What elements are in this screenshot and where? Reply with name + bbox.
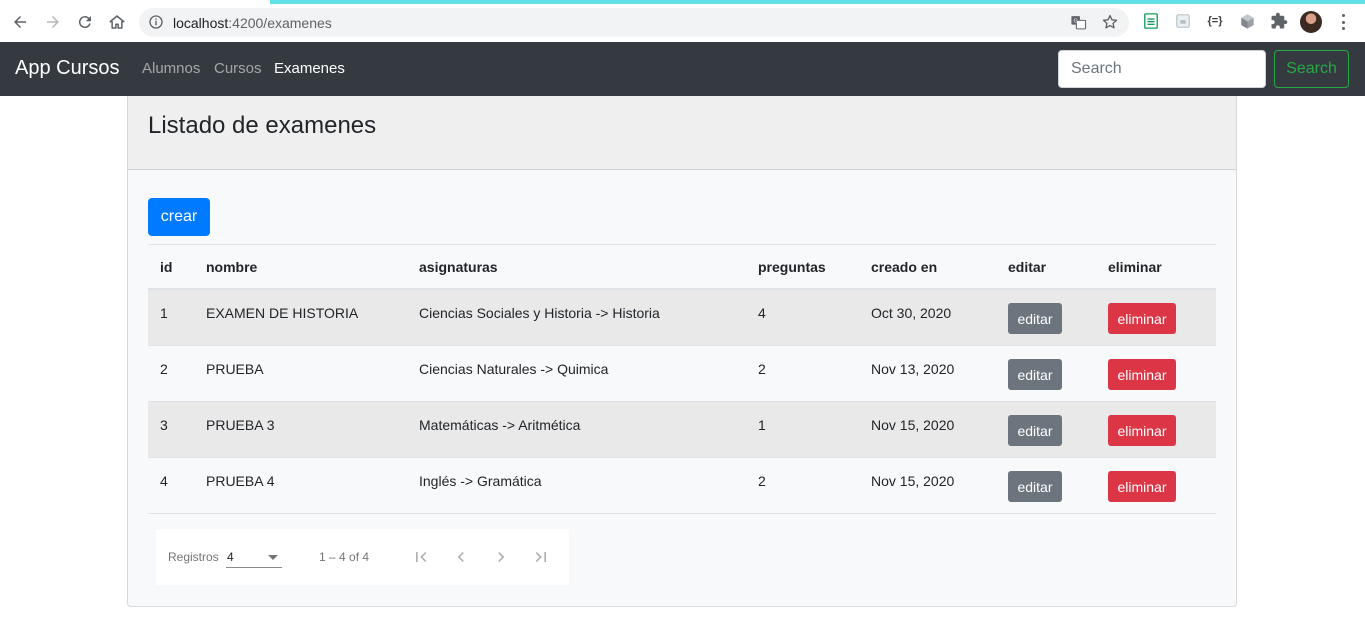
- table-row: 4 PRUEBA 4 Inglés -> Gramática 2 Nov 15,…: [148, 458, 1216, 514]
- examenes-card: Listado de examenes crear id nombre asig…: [127, 96, 1237, 607]
- app-navbar: App Cursos Alumnos Cursos Examenes Searc…: [0, 42, 1365, 96]
- cell-creado: Oct 30, 2020: [871, 305, 952, 321]
- cell-nombre: PRUEBA: [206, 361, 264, 377]
- last-page-icon[interactable]: [529, 545, 553, 569]
- cell-preguntas: 2: [758, 473, 766, 489]
- search-button[interactable]: Search: [1274, 50, 1349, 88]
- paginator: Registros 4 1 – 4 of 4: [156, 529, 569, 585]
- header-id: id: [160, 259, 173, 275]
- cell-nombre: EXAMEN DE HISTORIA: [206, 305, 359, 321]
- cell-asignaturas: Matemáticas -> Aritmética: [419, 417, 581, 433]
- browser-toolbar: localhost:4200/examenes G {=}: [0, 0, 1365, 42]
- header-preguntas: preguntas: [758, 259, 826, 275]
- translate-icon[interactable]: G: [1070, 14, 1087, 31]
- cell-id: 4: [160, 473, 168, 489]
- header-editar: editar: [1008, 259, 1047, 275]
- edit-button[interactable]: editar: [1008, 415, 1062, 446]
- edit-button[interactable]: editar: [1008, 359, 1062, 390]
- forward-arrow-icon[interactable]: [42, 11, 64, 33]
- page-size-select[interactable]: 4: [226, 546, 282, 568]
- page-title: Listado de examenes: [148, 112, 377, 139]
- profile-avatar[interactable]: [1300, 11, 1322, 33]
- cell-creado: Nov 13, 2020: [871, 361, 955, 377]
- back-arrow-icon[interactable]: [9, 11, 31, 33]
- star-icon[interactable]: [1101, 13, 1119, 31]
- cell-nombre: PRUEBA 4: [206, 473, 275, 489]
- cell-preguntas: 4: [758, 305, 766, 321]
- next-page-icon[interactable]: [489, 545, 513, 569]
- tab-strip-accent: [270, 0, 1365, 4]
- cell-preguntas: 2: [758, 361, 766, 377]
- cell-id: 2: [160, 361, 168, 377]
- first-page-icon[interactable]: [409, 545, 433, 569]
- cell-asignaturas: Ciencias Sociales y Historia -> Historia: [419, 305, 660, 321]
- cell-asignaturas: Ciencias Naturales -> Quimica: [419, 361, 609, 377]
- delete-button[interactable]: eliminar: [1108, 359, 1176, 390]
- nav-link-alumnos[interactable]: Alumnos: [142, 60, 200, 77]
- cell-creado: Nov 15, 2020: [871, 417, 955, 433]
- table-row: 1 EXAMEN DE HISTORIA Ciencias Sociales y…: [148, 290, 1216, 346]
- create-exam-button[interactable]: crear: [148, 198, 210, 236]
- cell-id: 3: [160, 417, 168, 433]
- delete-button[interactable]: eliminar: [1108, 303, 1176, 334]
- examenes-table: id nombre asignaturas preguntas creado e…: [148, 244, 1216, 514]
- svg-text:G: G: [1074, 19, 1078, 25]
- card-header: Listado de examenes: [128, 96, 1236, 170]
- edit-button[interactable]: editar: [1008, 303, 1062, 334]
- nav-link-cursos[interactable]: Cursos: [214, 60, 262, 77]
- table-row: 3 PRUEBA 3 Matemáticas -> Aritmética 1 N…: [148, 402, 1216, 458]
- cube-extension-icon[interactable]: [1238, 12, 1256, 30]
- url-text: localhost:4200/examenes: [173, 15, 332, 31]
- header-eliminar: eliminar: [1108, 259, 1162, 275]
- header-nombre: nombre: [206, 259, 258, 275]
- json-extension-icon[interactable]: {=}: [1206, 12, 1224, 30]
- page-size-label: Registros: [168, 550, 219, 564]
- cell-nombre: PRUEBA 3: [206, 417, 275, 433]
- puzzle-icon[interactable]: [1270, 12, 1288, 30]
- header-creado: creado en: [871, 259, 938, 275]
- cell-preguntas: 1: [758, 417, 766, 433]
- home-icon[interactable]: [106, 11, 128, 33]
- page-range-label: 1 – 4 of 4: [319, 550, 370, 564]
- page-size-value: 4: [227, 550, 234, 564]
- edit-button[interactable]: editar: [1008, 471, 1062, 502]
- delete-button[interactable]: eliminar: [1108, 471, 1176, 502]
- nav-link-examenes[interactable]: Examenes: [274, 60, 345, 77]
- table-row: 2 PRUEBA Ciencias Naturales -> Quimica 2…: [148, 346, 1216, 402]
- search-input[interactable]: [1058, 50, 1266, 88]
- dropdown-arrow-icon: [268, 555, 278, 560]
- cell-creado: Nov 15, 2020: [871, 473, 955, 489]
- address-bar[interactable]: localhost:4200/examenes G: [139, 8, 1129, 37]
- delete-button[interactable]: eliminar: [1108, 415, 1176, 446]
- table-header: id nombre asignaturas preguntas creado e…: [148, 244, 1216, 290]
- cell-asignaturas: Inglés -> Gramática: [419, 473, 542, 489]
- prev-page-icon[interactable]: [449, 545, 473, 569]
- reload-icon[interactable]: [74, 11, 96, 33]
- extension-icon[interactable]: [1174, 12, 1192, 30]
- header-asignaturas: asignaturas: [419, 259, 498, 275]
- browser-menu-icon[interactable]: [1336, 12, 1350, 32]
- sheets-extension-icon[interactable]: [1142, 12, 1160, 30]
- cell-id: 1: [160, 305, 168, 321]
- info-icon[interactable]: [148, 14, 164, 30]
- brand-link[interactable]: App Cursos: [15, 57, 120, 80]
